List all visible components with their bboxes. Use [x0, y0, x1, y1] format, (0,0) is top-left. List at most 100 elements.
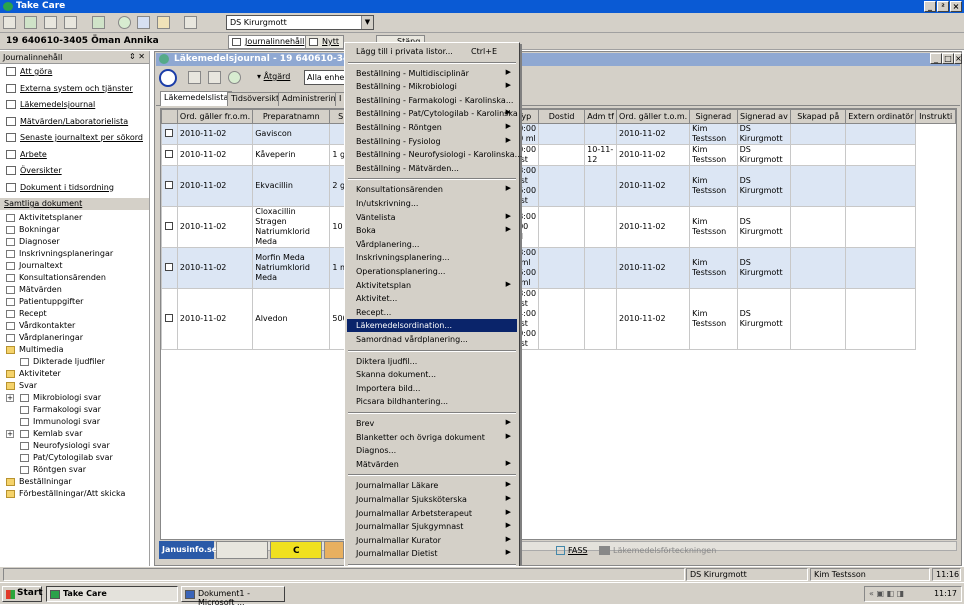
tree-item-dikterade-ljudfiler[interactable]: Dikterade ljudfiler	[0, 356, 149, 368]
menu-item-importera-bild[interactable]: Importera bild...	[347, 382, 517, 395]
column-header-ord-galler-t-o-m[interactable]: Ord. gäller t.o.m.	[616, 109, 691, 124]
fass-link[interactable]: FASS	[556, 546, 588, 555]
menu-item-bestallning-neurofysiologi-karolinska[interactable]: Beställning - Neurofysiologi - Karolinsk…	[347, 148, 522, 161]
menu-item-aktivitet[interactable]: Aktivitet...	[347, 292, 517, 305]
computer-icon[interactable]	[184, 16, 197, 29]
tree-item-patientuppgifter[interactable]: Patientuppgifter	[0, 296, 149, 308]
lakemedelsforteckningen-link[interactable]: Läkemedelsförteckningen	[599, 546, 716, 555]
print-icon[interactable]	[188, 71, 201, 84]
expand-icon[interactable]: +	[6, 430, 14, 438]
menu-item-bestallning-multidisciplinar[interactable]: Beställning - Multidisciplinär ▶	[347, 67, 517, 80]
child-minimize-button[interactable]: _	[930, 53, 942, 64]
table-row[interactable]: 2010-11-02 Cloxacillin Stragen Natriumklo…	[161, 206, 956, 248]
calendar-icon[interactable]	[44, 16, 57, 29]
tree-item-konsultationsarenden[interactable]: Konsultationsärenden	[0, 272, 149, 284]
save-icon[interactable]	[3, 16, 16, 29]
tree-item-diagnoser[interactable]: Diagnoser	[0, 236, 149, 248]
tree-item-vardkontakter[interactable]: Vårdkontakter	[0, 320, 149, 332]
tray-icons[interactable]: « ▣ ◧ ◨	[869, 589, 904, 598]
column-header-dostid[interactable]: Dostid	[538, 109, 586, 124]
sidebar-item-externa-system-och-tjanster[interactable]: Externa system och tjänster	[0, 81, 149, 98]
worklist-icon[interactable]	[24, 16, 37, 29]
menu-item-bestallning-rontgen[interactable]: Beställning - Röntgen ▶	[347, 121, 517, 134]
menu-item-inskrivningsplanering[interactable]: Inskrivningsplanering...	[347, 251, 517, 264]
preview-icon[interactable]	[208, 71, 221, 84]
tree-item-immunologi-svar[interactable]: Immunologi svar	[0, 416, 149, 428]
warning-icon[interactable]	[324, 541, 344, 559]
table-row[interactable]: 2010-11-02Kåveperin1 gRb20:00 1 st10-11-…	[161, 144, 956, 166]
snowflake-button[interactable]	[216, 541, 268, 559]
tree-item-neurofysiologi-svar[interactable]: Neurofysiologi svar	[0, 440, 149, 452]
samtliga-dokument-section[interactable]: Samtliga dokument	[0, 198, 149, 210]
minimize-button[interactable]: _	[924, 1, 936, 12]
unit-select[interactable]: DS Kirurgmott ▼	[226, 15, 374, 30]
expand-icon[interactable]: +	[6, 394, 14, 402]
tree-item-recept[interactable]: Recept	[0, 308, 149, 320]
tree-item-aktivitetsplaner[interactable]: Aktivitetsplaner	[0, 212, 149, 224]
menu-item-matvarden[interactable]: Mätvärden ▶	[347, 458, 517, 471]
menu-item-brev[interactable]: Brev ▶	[347, 417, 517, 430]
table-row[interactable]: 2010-11-02Ekvacillin2 gRb08:00 1 st 16:0…	[161, 165, 956, 207]
row-checkbox[interactable]	[165, 181, 174, 189]
menu-item-bestallning-matvarden[interactable]: Beställning - Mätvärden...	[347, 162, 517, 175]
menu-item-journalmallar-sjukskoterska[interactable]: Journalmallar Sjuksköterska ▶	[347, 493, 517, 506]
tree-item-rontgen-svar[interactable]: Röntgen svar	[0, 464, 149, 476]
task-word-document[interactable]: Dokument1 - Microsoft ...	[181, 586, 285, 607]
maximize-button[interactable]: ²	[937, 1, 949, 12]
menu-item-samordnad-vardplanering[interactable]: Samordnad vårdplanering...	[347, 333, 517, 346]
janusinfo-button[interactable]: Janusinfo.se	[159, 541, 217, 559]
menu-item-vardplanering[interactable]: Vårdplanering...	[347, 238, 517, 251]
sidebar-item-senaste-journaltext-per-sokord[interactable]: Senaste journaltext per sökord	[0, 130, 149, 147]
unit-filter-select[interactable]: Alla enhet	[304, 70, 346, 85]
tree-item-matvarden[interactable]: Mätvärden	[0, 284, 149, 296]
menu-item-journalmallar-lakare[interactable]: Journalmallar Läkare ▶	[347, 479, 517, 492]
tree-item-forbestallningar-att-skicka[interactable]: Förbeställningar/Att skicka	[0, 488, 149, 500]
menu-item-boka[interactable]: Boka ▶	[347, 224, 517, 237]
menu-item-lakemedelsordination[interactable]: Läkemedelsordination...	[347, 319, 517, 333]
menu-item-aktivitetsplan[interactable]: Aktivitetsplan ▶	[347, 279, 517, 292]
menu-item-blanketter-och-ovriga-dokument[interactable]: Blanketter och övriga dokument ▶	[347, 431, 517, 444]
menu-item-konsultationsarenden[interactable]: Konsultationsärenden ▶	[347, 183, 517, 196]
child-maximize-button[interactable]: □	[942, 53, 954, 64]
row-checkbox[interactable]	[165, 222, 174, 230]
menu-item-journalmallar-sjukgymnast[interactable]: Journalmallar Sjukgymnast ▶	[347, 520, 517, 533]
table-row[interactable]: 2010-11-02Alvedon500Rb08:00 1 st 14:00 1…	[161, 288, 956, 350]
table-row[interactable]: 2010-11-02 Morfin Meda Natriumklorid Meda…	[161, 247, 956, 289]
new-ordination-icon[interactable]	[159, 69, 177, 87]
sidebar-item-dokument-i-tidsordning[interactable]: Dokument i tidsordning	[0, 180, 149, 197]
tree-item-vardplaneringar[interactable]: Vårdplaneringar	[0, 332, 149, 344]
tree-item-aktiviteter[interactable]: Aktiviteter	[0, 368, 149, 380]
menu-item-in-utskrivning[interactable]: In/utskrivning...	[347, 197, 517, 210]
sidebar-item-arbete[interactable]: Arbete	[0, 147, 149, 164]
tree-item-kemlab-svar[interactable]: + Kemlab svar	[0, 428, 149, 440]
refresh-icon[interactable]	[228, 71, 241, 84]
message-icon[interactable]	[157, 16, 170, 29]
start-button[interactable]: Start	[2, 586, 43, 602]
menu-item-bestallning-farmakologi-karolinska[interactable]: Beställning - Farmakologi - Karolinska..…	[347, 94, 517, 107]
close-button[interactable]: ×	[950, 1, 962, 12]
column-header-ord-galler-fr-o-m[interactable]: Ord. gäller fr.o.m.	[176, 109, 254, 124]
column-header-extern-ordinator[interactable]: Extern ordinatör	[845, 109, 917, 124]
column-header-signerad-av[interactable]: Signerad av	[736, 109, 792, 124]
menu-item-lagg-till-i-privata-listor[interactable]: Lägg till i privata listor... Ctrl+E	[347, 45, 517, 58]
task-take-care[interactable]: Take Care	[46, 586, 178, 602]
c-button[interactable]: C	[270, 541, 322, 559]
menu-item-diktera-ljudfil[interactable]: Diktera ljudfil...	[347, 355, 517, 368]
tab-nytt[interactable]: Nytt	[305, 35, 344, 49]
menu-item-journalmallar-dietist[interactable]: Journalmallar Dietist ▶	[347, 547, 517, 560]
users-icon[interactable]	[92, 16, 105, 29]
tree-item-bestallningar[interactable]: Beställningar	[0, 476, 149, 488]
atgard-menu-button[interactable]: ▾ Åtgärd	[257, 72, 290, 81]
menu-item-operationsplanering[interactable]: Operationsplanering...	[347, 265, 517, 278]
sidebar-item-lakemedelsjournal[interactable]: Läkemedelsjournal	[0, 97, 149, 114]
menu-item-skanna-dokument[interactable]: Skanna dokument...	[347, 368, 517, 381]
column-header-adm-tf[interactable]: Adm tf	[584, 109, 618, 124]
row-checkbox[interactable]	[165, 263, 174, 271]
tree-item-svar[interactable]: Svar	[0, 380, 149, 392]
row-checkbox[interactable]	[165, 314, 174, 322]
menu-item-picsara-bildhantering[interactable]: Picsara bildhantering...	[347, 395, 517, 408]
menu-item-bestallning-mikrobiologi[interactable]: Beställning - Mikrobiologi ▶	[347, 80, 517, 93]
patient-id[interactable]: 19 640610-3405 Öman Annika	[6, 36, 159, 46]
column-header-skapad-pa[interactable]: Skapad på	[790, 109, 847, 124]
menu-item-bestallning-fysiolog[interactable]: Beställning - Fysiolog ▶	[347, 135, 517, 148]
